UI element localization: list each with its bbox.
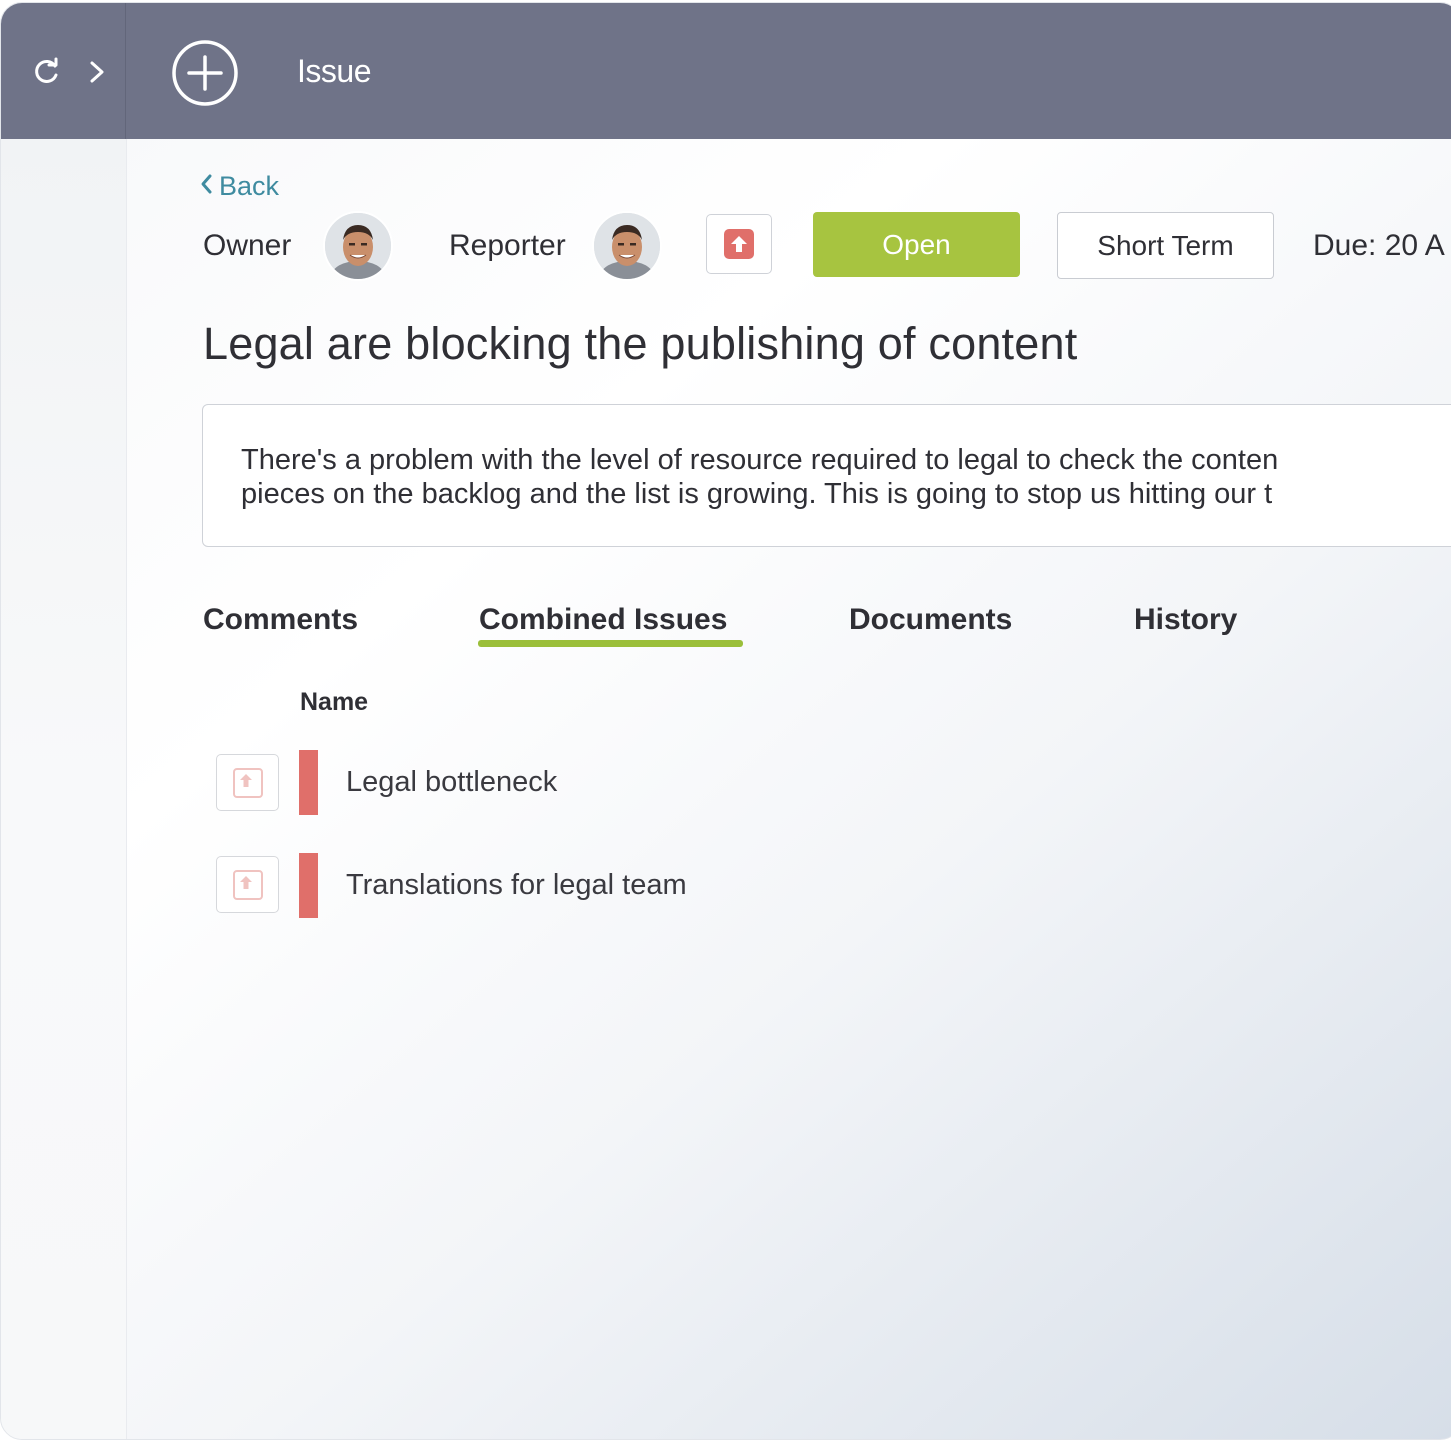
- row-name[interactable]: Translations for legal team: [346, 869, 687, 902]
- reporter-avatar[interactable]: [592, 211, 662, 281]
- add-circle-icon[interactable]: [171, 39, 239, 107]
- row-name[interactable]: Legal bottleneck: [346, 766, 557, 799]
- priority-up-icon: [233, 870, 263, 900]
- owner-avatar[interactable]: [323, 211, 393, 281]
- description-line-2: pieces on the backlog and the list is gr…: [241, 478, 1273, 510]
- top-bar: Issue: [1, 3, 1451, 139]
- status-button[interactable]: Open: [813, 212, 1020, 277]
- chevron-left-icon: [199, 171, 219, 202]
- issue-title: Legal are blocking the publishing of con…: [203, 318, 1078, 369]
- tab-comments[interactable]: Comments: [203, 603, 358, 637]
- due-date: Due: 20 A: [1313, 229, 1445, 262]
- description-text: There's a problem with the level of reso…: [241, 443, 1451, 511]
- row-priority-button[interactable]: [216, 856, 279, 913]
- priority-up-icon: [233, 768, 263, 798]
- term-button[interactable]: Short Term: [1057, 212, 1274, 279]
- chevron-right-icon[interactable]: [83, 56, 111, 88]
- page-title: Issue: [297, 53, 371, 89]
- back-label: Back: [219, 171, 280, 201]
- description-line-1: There's a problem with the level of reso…: [241, 444, 1279, 476]
- row-priority-button[interactable]: [216, 754, 279, 811]
- row-priority-bar: [299, 750, 318, 815]
- sidebar: [1, 139, 127, 1439]
- reporter-label: Reporter: [449, 229, 566, 262]
- tab-history[interactable]: History: [1134, 603, 1237, 637]
- description-box[interactable]: There's a problem with the level of reso…: [202, 404, 1451, 547]
- app-window: Issue Back Owner Reporter Open Short Ter…: [0, 2, 1451, 1440]
- owner-label: Owner: [203, 229, 292, 262]
- active-tab-indicator: [478, 640, 743, 647]
- column-header-name: Name: [300, 688, 369, 716]
- priority-up-icon: [724, 229, 754, 259]
- back-link[interactable]: Back: [199, 171, 279, 202]
- priority-button[interactable]: [706, 214, 772, 274]
- tab-documents[interactable]: Documents: [849, 603, 1012, 637]
- refresh-icon[interactable]: [31, 56, 63, 88]
- row-priority-bar: [299, 853, 318, 918]
- tab-combined-issues[interactable]: Combined Issues: [479, 603, 727, 637]
